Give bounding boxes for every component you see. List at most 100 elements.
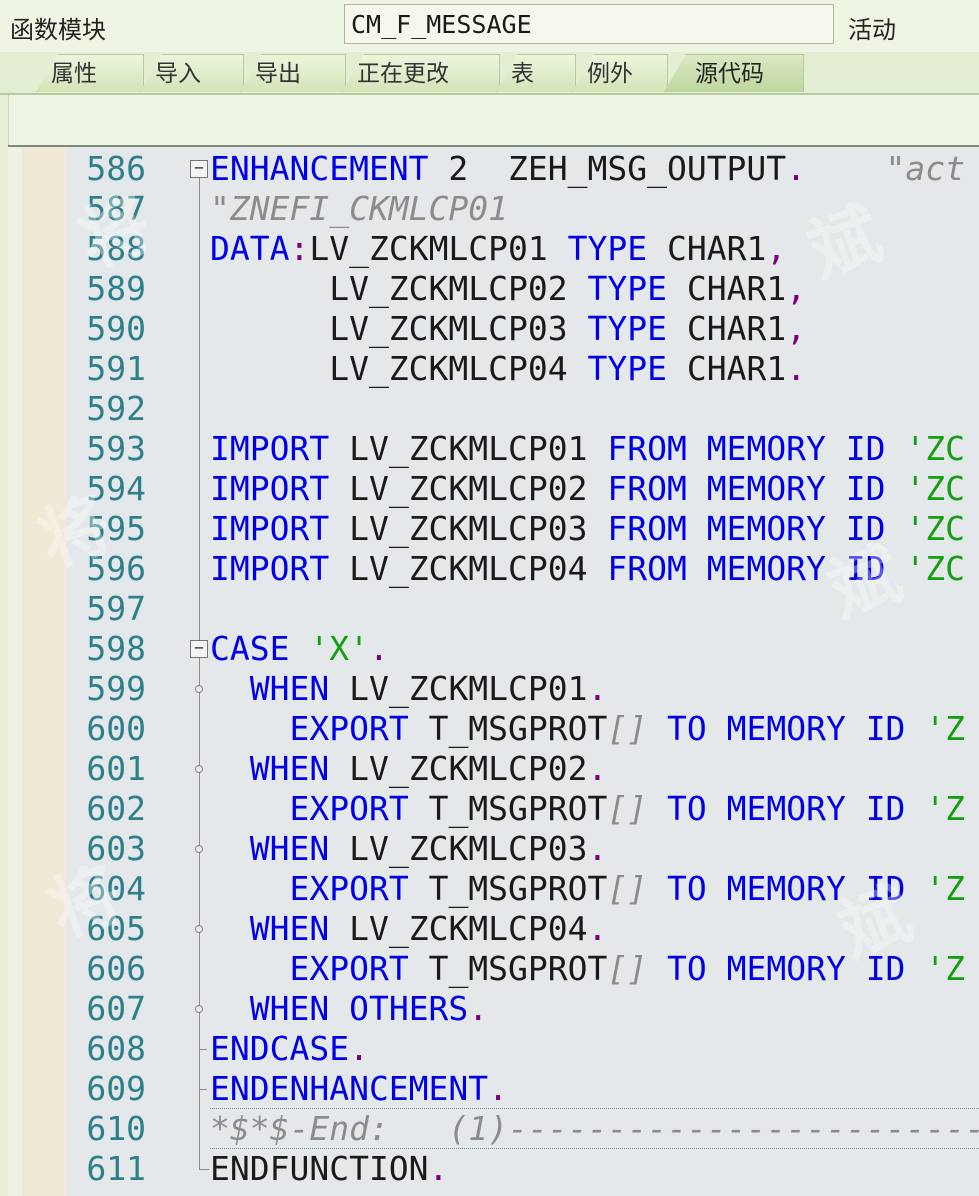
function-module-field[interactable]: CM_F_MESSAGE (344, 4, 834, 44)
code-line[interactable]: CASE 'X'. (210, 629, 389, 669)
code-line[interactable]: WHEN LV_ZCKMLCP02. (210, 749, 608, 789)
code-line[interactable]: ENDCASE. (210, 1029, 369, 1069)
tab-exceptions[interactable]: 例外 (572, 54, 668, 92)
code-line[interactable]: ENDENHANCEMENT. (210, 1069, 508, 1109)
line-number: 599 (86, 669, 146, 708)
code-token: [] (607, 869, 648, 908)
code-line[interactable]: LV_ZCKMLCP03 TYPE CHAR1, (210, 309, 806, 349)
code-token: WHEN (249, 909, 330, 948)
code-token: ENDCASE (210, 1029, 350, 1068)
code-token: LV_ZCKMLCP02 (329, 749, 588, 788)
code-token: . (587, 829, 608, 868)
code-token: ENHANCEMENT (210, 149, 429, 188)
code-line[interactable]: EXPORT T_MSGPROT[] TO MEMORY ID 'Z (210, 869, 965, 909)
code-token: FROM MEMORY ID (607, 429, 886, 468)
code-token: "ZNEFI_CKMLCP01 (210, 189, 509, 228)
code-token: , (786, 309, 807, 348)
code-area[interactable]: ENHANCEMENT 2 ZEH_MSG_OUTPUT. "act "ZNEFI… (154, 147, 979, 1196)
line-number: 589 (86, 269, 146, 308)
line-number: 591 (86, 349, 146, 388)
code-line[interactable]: EXPORT T_MSGPROT[] TO MEMORY ID 'Z (210, 789, 965, 829)
code-line[interactable]: *$*$-End: (1)--------------------------- (210, 1109, 979, 1149)
code-line[interactable]: WHEN LV_ZCKMLCP01. (210, 669, 608, 709)
code-line[interactable]: EXPORT T_MSGPROT[] TO MEMORY ID 'Z (210, 709, 965, 749)
status-label: 活动 (848, 16, 896, 44)
code-token: EXPORT (289, 869, 409, 908)
tab-attributes[interactable]: 属性 (36, 54, 144, 92)
code-token: WHEN (249, 669, 330, 708)
code-token: IMPORT (210, 469, 330, 508)
editor-left-strip (8, 147, 22, 1196)
code-token: DATA (210, 229, 290, 268)
code-token: 'Z (905, 789, 966, 828)
code-line[interactable]: IMPORT LV_ZCKMLCP01 FROM MEMORY ID 'ZC (210, 429, 965, 469)
code-token: IMPORT (210, 429, 330, 468)
code-token: T_MSGPROT (408, 709, 608, 748)
code-line[interactable]: ENHANCEMENT 2 ZEH_MSG_OUTPUT. "act (210, 149, 965, 189)
code-token: EXPORT (289, 789, 409, 828)
code-line[interactable]: LV_ZCKMLCP04 TYPE CHAR1. (210, 349, 806, 389)
code-line[interactable]: IMPORT LV_ZCKMLCP04 FROM MEMORY ID 'ZC (210, 549, 965, 589)
code-token: TYPE (587, 269, 667, 308)
collapse-icon[interactable]: − (190, 160, 208, 178)
line-number-gutter: 586 587 588 589 590 591 592 593 594 595 596 597 598 5… (66, 147, 154, 1196)
line-number: 598 (86, 629, 146, 668)
code-line[interactable]: WHEN LV_ZCKMLCP03. (210, 829, 608, 869)
code-token: LV_ZCKMLCP01 (329, 429, 608, 468)
tab-import[interactable]: 导入 (140, 54, 244, 92)
fold-node-icon (195, 1005, 203, 1013)
code-token: 2 ZEH_MSG_OUTPUT (428, 149, 787, 188)
fold-node-icon (195, 845, 203, 853)
tab-tables[interactable]: 表 (496, 54, 576, 92)
code-token: . (587, 669, 608, 708)
function-module-label: 函数模块 (10, 16, 106, 44)
line-number: 605 (86, 909, 146, 948)
code-line[interactable]: LV_ZCKMLCP02 TYPE CHAR1, (210, 269, 806, 309)
code-line[interactable]: WHEN OTHERS. (210, 989, 488, 1029)
code-token: CASE (210, 629, 290, 668)
code-token: *$*$-End: (1)--------------------------- (210, 1109, 979, 1148)
code-line[interactable]: IMPORT LV_ZCKMLCP03 FROM MEMORY ID 'ZC (210, 509, 965, 549)
fold-node-icon (195, 925, 203, 933)
code-token: TYPE (587, 349, 667, 388)
collapse-icon[interactable]: − (190, 640, 208, 658)
tab-export[interactable]: 导出 (240, 54, 346, 92)
code-token: T_MSGPROT (408, 949, 608, 988)
code-token: 'Z (905, 709, 966, 748)
tab-source-code[interactable]: 源代码 (664, 54, 804, 92)
code-editor[interactable]: 586 587 588 589 590 591 592 593 594 595 596 597 598 5… (8, 145, 979, 1196)
line-number: 596 (86, 549, 146, 588)
code-line[interactable]: IMPORT LV_ZCKMLCP02 FROM MEMORY ID 'ZC (210, 469, 965, 509)
code-token: . (468, 989, 489, 1028)
code-line[interactable]: DATA:LV_ZCKMLCP01 TYPE CHAR1, (210, 229, 786, 269)
line-number: 610 (86, 1109, 146, 1148)
code-token: LV_ZCKMLCP03 (329, 509, 608, 548)
code-line[interactable]: WHEN LV_ZCKMLCP04. (210, 909, 608, 949)
editor-margin[interactable] (22, 147, 68, 1196)
code-token: TO MEMORY ID (667, 869, 906, 908)
fold-branch-tick (199, 1089, 207, 1090)
tab-changing[interactable]: 正在更改 (342, 54, 500, 92)
code-token: IMPORT (210, 509, 330, 548)
code-token: LV_ZCKMLCP03 (329, 829, 588, 868)
code-line[interactable]: ENDFUNCTION. (210, 1149, 448, 1189)
code-token: FROM MEMORY ID (607, 469, 886, 508)
line-number: 601 (86, 749, 146, 788)
code-token: . (786, 149, 807, 188)
line-number: 593 (86, 429, 146, 468)
code-token: LV_ZCKMLCP02 (329, 469, 608, 508)
code-token: TYPE (567, 229, 648, 268)
enhancement-separator (210, 1148, 979, 1149)
code-line[interactable]: "ZNEFI_CKMLCP01 (210, 189, 508, 229)
code-token: . (587, 909, 608, 948)
code-line[interactable]: EXPORT T_MSGPROT[] TO MEMORY ID 'Z (210, 949, 965, 989)
